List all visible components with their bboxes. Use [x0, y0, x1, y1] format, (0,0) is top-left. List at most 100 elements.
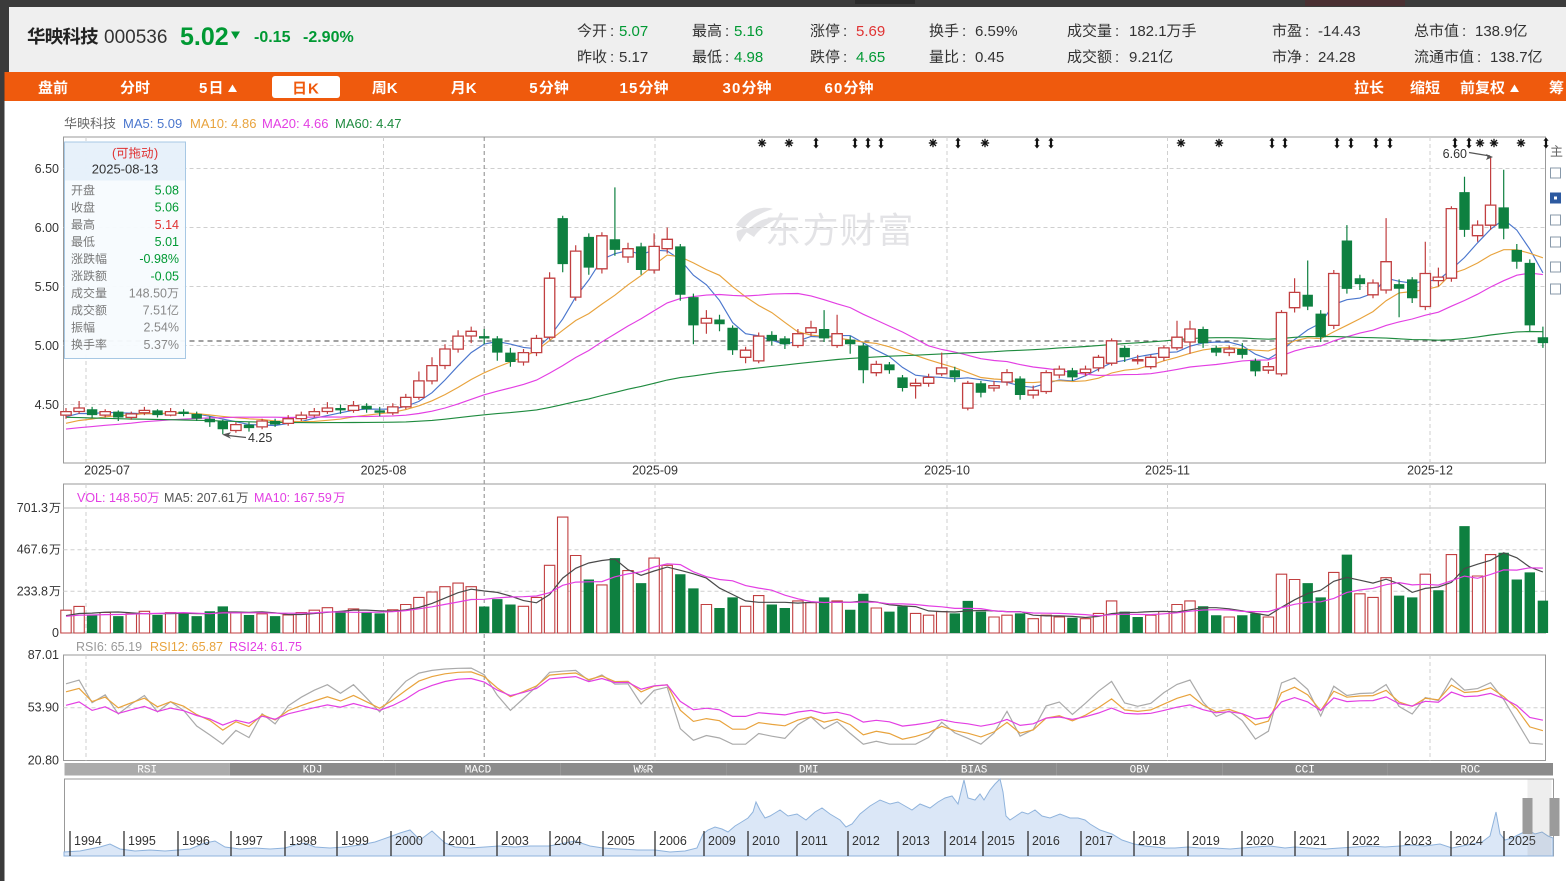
- svg-text:2013: 2013: [902, 834, 930, 848]
- svg-text:53.90: 53.90: [28, 701, 59, 715]
- svg-text:5.07: 5.07: [619, 23, 648, 40]
- svg-text:1997: 1997: [235, 834, 263, 848]
- svg-text:-14.43: -14.43: [1318, 23, 1361, 40]
- svg-text:2020: 2020: [1246, 834, 1274, 848]
- svg-text:KDJ: KDJ: [303, 765, 323, 777]
- svg-text:-0.05: -0.05: [151, 269, 180, 283]
- svg-text:2025-08: 2025-08: [361, 464, 407, 478]
- svg-text:87.01: 87.01: [28, 648, 59, 662]
- svg-text::: :: [1477, 49, 1481, 66]
- svg-text:RSI6: 65.19: RSI6: 65.19: [76, 640, 142, 654]
- svg-text::: :: [725, 23, 729, 40]
- svg-text:4.50: 4.50: [35, 398, 59, 412]
- svg-text:2006: 2006: [659, 834, 687, 848]
- svg-text:2025-08-13: 2025-08-13: [92, 162, 159, 177]
- svg-text:VOL: 148.50: VOL: 148.50: [77, 491, 147, 505]
- svg-text::: :: [962, 49, 966, 66]
- svg-text:2023: 2023: [1404, 834, 1432, 848]
- svg-text:701.3: 701.3: [17, 501, 48, 515]
- svg-text:-0.98%: -0.98%: [139, 252, 179, 266]
- svg-text:-0.15: -0.15: [254, 29, 291, 46]
- svg-text:5.17: 5.17: [619, 49, 648, 66]
- svg-text:0: 0: [732, 80, 740, 97]
- svg-text:OBV: OBV: [1130, 765, 1150, 777]
- svg-text:24.28: 24.28: [1318, 49, 1356, 66]
- svg-text:5.08: 5.08: [155, 184, 179, 198]
- svg-text:ROC: ROC: [1460, 765, 1480, 777]
- svg-text:K: K: [308, 81, 319, 98]
- svg-text:4.98: 4.98: [734, 49, 763, 66]
- svg-text:5.50: 5.50: [35, 280, 59, 294]
- svg-text:1994: 1994: [74, 834, 102, 848]
- svg-text:2003: 2003: [501, 834, 529, 848]
- svg-text::: :: [725, 49, 729, 66]
- svg-text:6.00: 6.00: [35, 221, 59, 235]
- svg-text:3: 3: [723, 80, 731, 97]
- svg-text:2024: 2024: [1455, 834, 1483, 848]
- svg-text:6: 6: [825, 80, 833, 97]
- svg-text:000536: 000536: [104, 27, 167, 48]
- svg-text:5.16: 5.16: [734, 23, 763, 40]
- svg-text:6.60: 6.60: [1443, 147, 1467, 161]
- svg-text:1995: 1995: [128, 834, 156, 848]
- svg-text:2017: 2017: [1085, 834, 1113, 848]
- svg-text:6.50: 6.50: [35, 162, 59, 176]
- svg-text:2012: 2012: [852, 834, 880, 848]
- svg-text:2025-11: 2025-11: [1145, 464, 1190, 478]
- svg-text:RSI12: 65.87: RSI12: 65.87: [150, 640, 223, 654]
- svg-text:2018: 2018: [1138, 834, 1166, 848]
- svg-text:MA5: 5.09: MA5: 5.09: [123, 116, 182, 131]
- svg-text::: :: [1462, 23, 1466, 40]
- svg-text:2025-10: 2025-10: [924, 464, 970, 478]
- svg-text:5.37%: 5.37%: [144, 338, 179, 352]
- svg-text:20.80: 20.80: [28, 754, 59, 768]
- svg-text:2025-07: 2025-07: [84, 464, 130, 478]
- svg-text:5: 5: [529, 80, 537, 97]
- svg-text:6.59%: 6.59%: [975, 23, 1018, 40]
- svg-text:): ): [154, 147, 158, 161]
- svg-text::: :: [610, 23, 614, 40]
- svg-text:K: K: [387, 80, 398, 97]
- svg-text:MA20: 4.66: MA20: 4.66: [262, 116, 329, 131]
- svg-text:2011: 2011: [801, 834, 828, 848]
- svg-text:2000: 2000: [395, 834, 423, 848]
- svg-text:MA10: 4.86: MA10: 4.86: [190, 116, 257, 131]
- svg-text:MA5: 207.61: MA5: 207.61: [164, 491, 235, 505]
- svg-text:2001: 2001: [448, 834, 476, 848]
- svg-text:K: K: [466, 80, 477, 97]
- svg-text:4.65: 4.65: [856, 49, 885, 66]
- svg-text:5.14: 5.14: [155, 218, 179, 232]
- svg-text:2019: 2019: [1192, 834, 1220, 848]
- svg-text:2010: 2010: [752, 834, 780, 848]
- svg-text:5: 5: [199, 80, 207, 97]
- svg-text::: :: [843, 23, 847, 40]
- svg-text:4.25: 4.25: [248, 431, 272, 445]
- svg-text:2025-12: 2025-12: [1407, 464, 1453, 478]
- svg-text::: :: [1305, 49, 1309, 66]
- svg-text:2025-09: 2025-09: [632, 464, 678, 478]
- svg-text:5: 5: [629, 80, 637, 97]
- svg-text::: :: [1305, 23, 1309, 40]
- svg-text:5.01: 5.01: [155, 235, 179, 249]
- svg-text::: :: [610, 49, 614, 66]
- svg-text:182.1: 182.1: [1129, 23, 1167, 40]
- svg-text:1996: 1996: [182, 834, 210, 848]
- svg-text:RSI24: 61.75: RSI24: 61.75: [229, 640, 302, 654]
- svg-text:MACD: MACD: [465, 765, 492, 777]
- svg-text:2021: 2021: [1299, 834, 1327, 848]
- svg-text:467.6: 467.6: [17, 543, 48, 557]
- svg-text::: :: [962, 23, 966, 40]
- svg-text:DMI: DMI: [799, 765, 819, 777]
- svg-text:0: 0: [834, 80, 842, 97]
- svg-text:2005: 2005: [607, 834, 635, 848]
- svg-text:2014: 2014: [949, 834, 977, 848]
- svg-text:5.02: 5.02: [180, 23, 229, 51]
- svg-text:7.51: 7.51: [143, 304, 167, 318]
- svg-text:MA10: 167.59: MA10: 167.59: [254, 491, 332, 505]
- svg-text:1998: 1998: [289, 834, 317, 848]
- svg-text:9.21: 9.21: [1129, 49, 1158, 66]
- svg-text:-2.90%: -2.90%: [303, 29, 354, 46]
- svg-text:148.50: 148.50: [129, 286, 167, 300]
- svg-text:CCI: CCI: [1295, 765, 1315, 777]
- svg-text:0.45: 0.45: [975, 49, 1004, 66]
